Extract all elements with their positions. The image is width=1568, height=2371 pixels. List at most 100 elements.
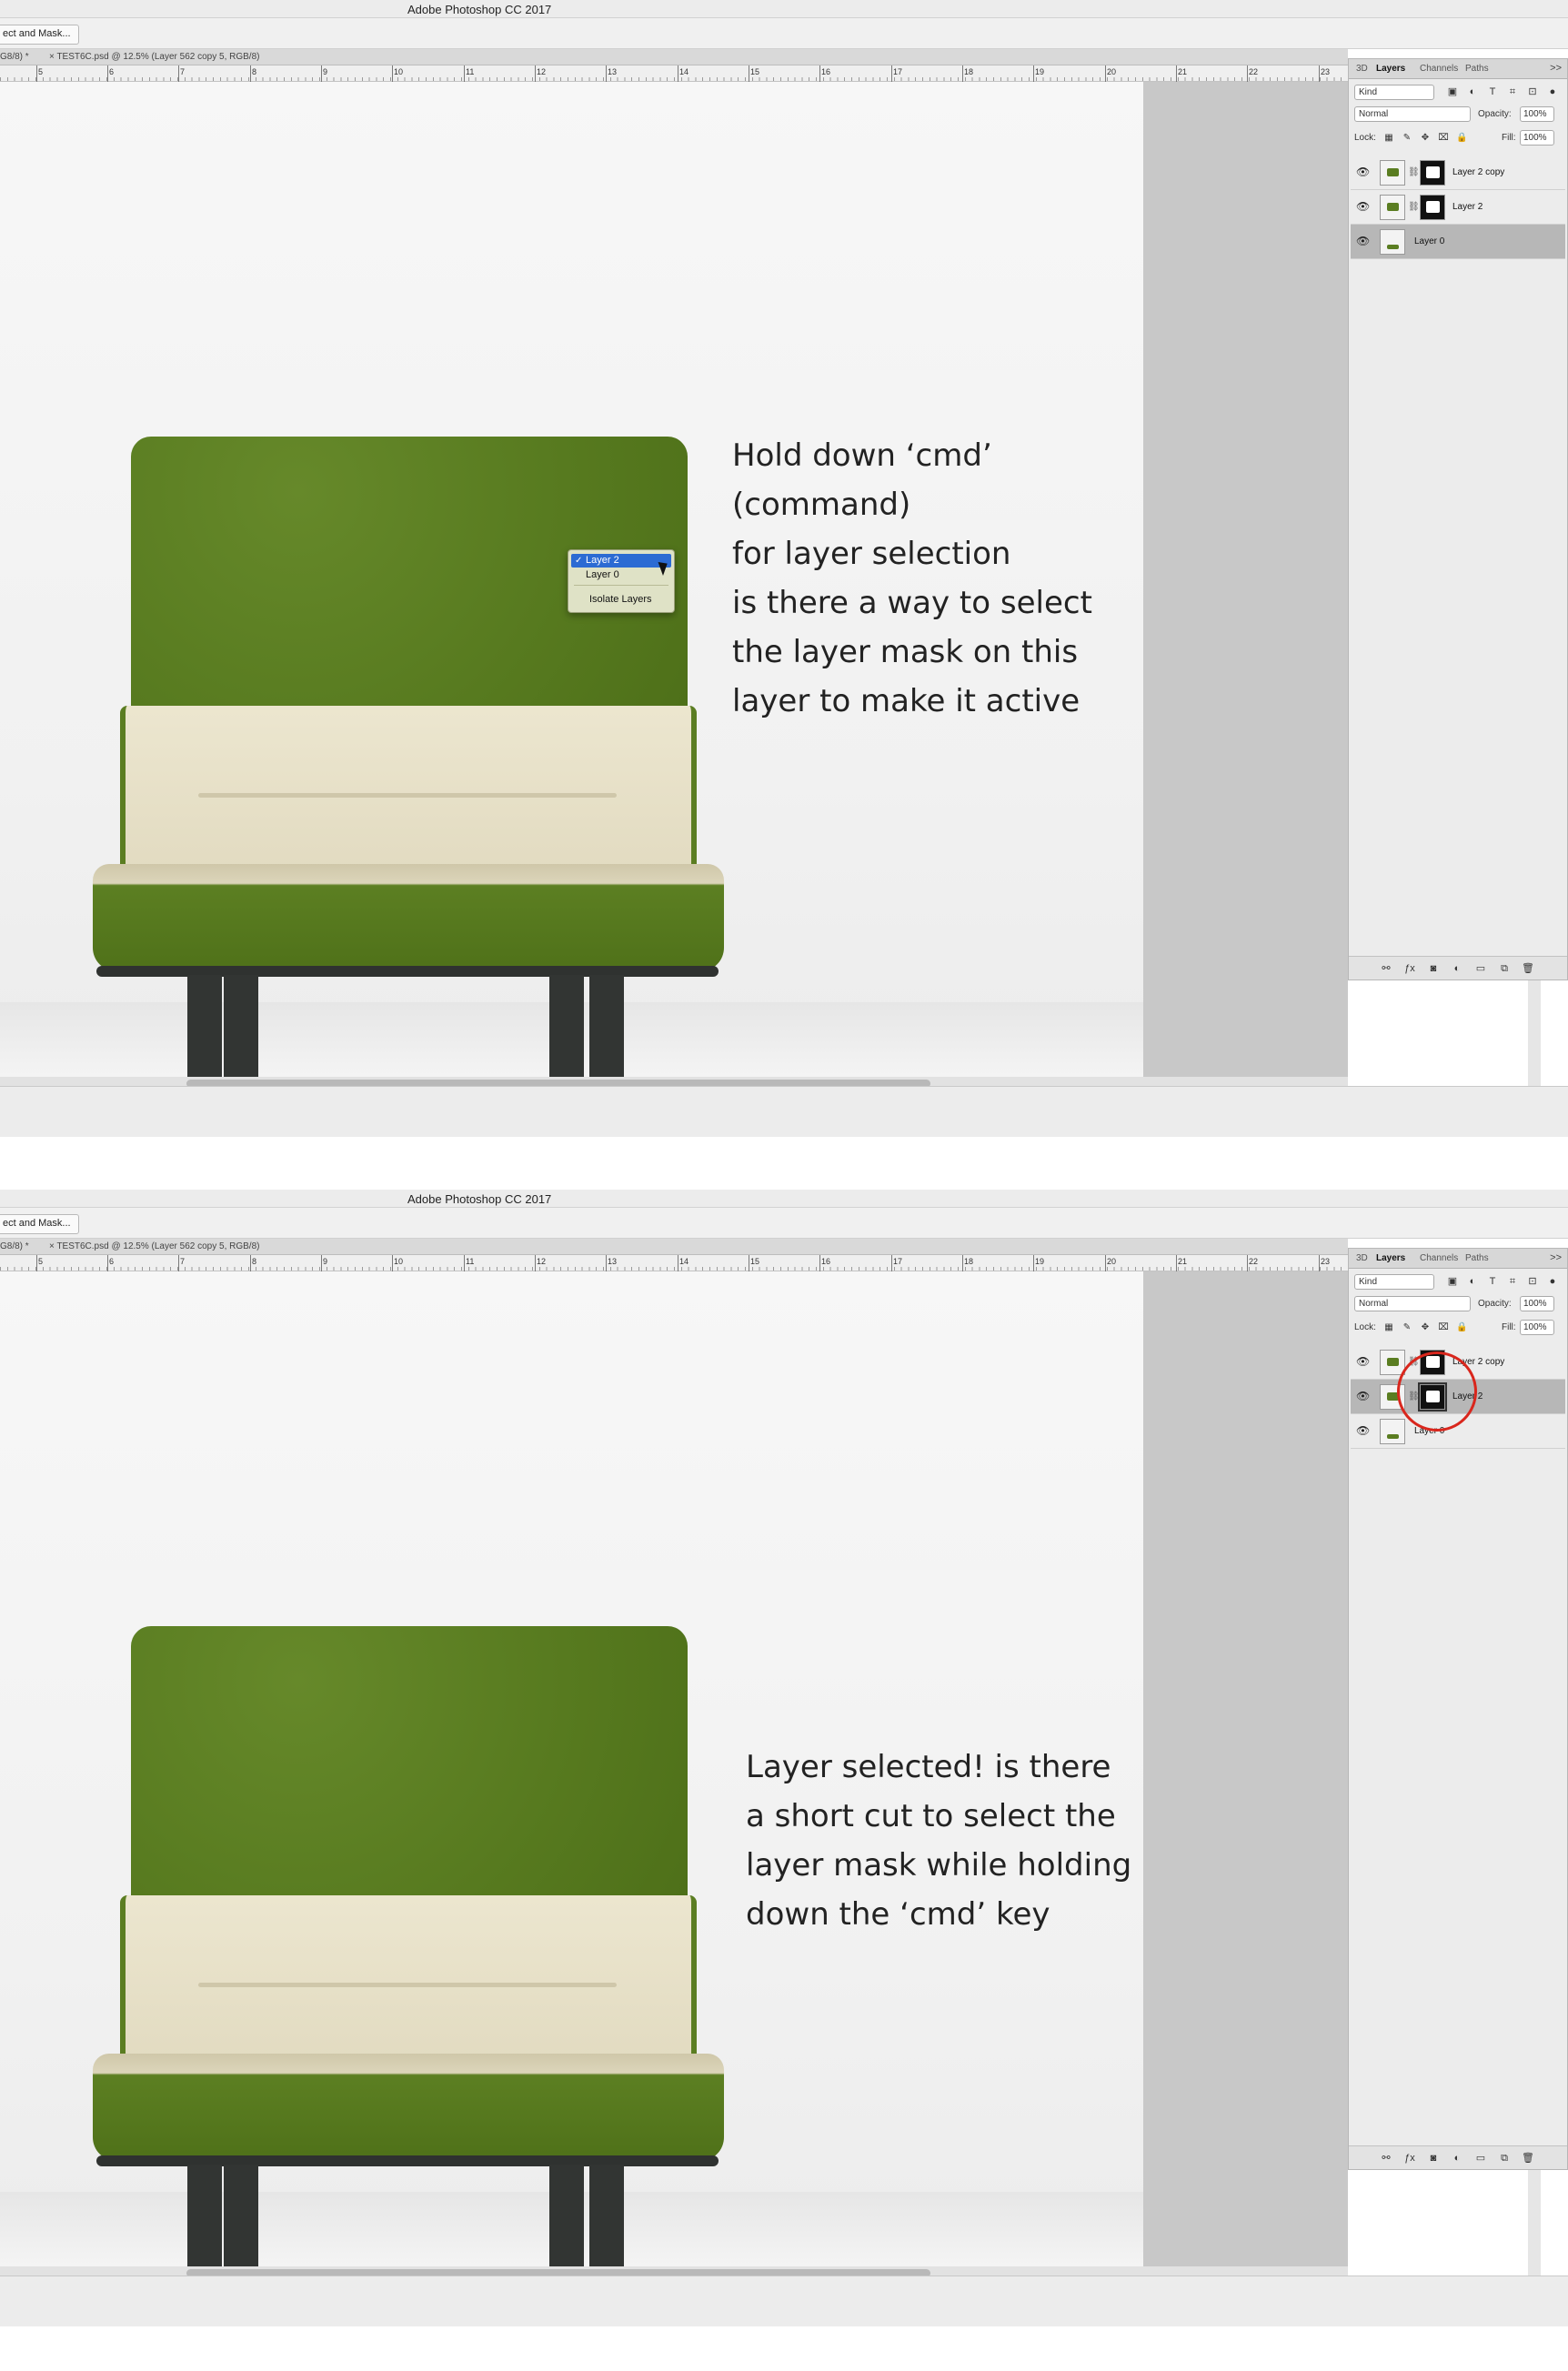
visibility-eye-icon[interactable]: 👁: [1356, 166, 1370, 177]
layer-thumbnail[interactable]: [1380, 1419, 1405, 1444]
sofa-leg: [589, 975, 624, 1077]
ruler-tick: [464, 65, 465, 82]
document-tab-active[interactable]: × TEST6C.psd @ 12.5% (Layer 562 copy 5, …: [49, 1241, 259, 1251]
layers-panel-footer: ⚯ ƒx ◙ ◐ ▭ ⧉ 🗑: [1349, 2145, 1567, 2169]
document-canvas[interactable]: [0, 1271, 1348, 2281]
layer-row-layer-2[interactable]: 👁 ⛓ Layer 2: [1351, 190, 1565, 225]
smart-object-filter-icon[interactable]: ⊡: [1527, 86, 1538, 98]
image-filter-icon[interactable]: ▣: [1447, 1276, 1458, 1288]
lock-position-icon[interactable]: ✥: [1420, 132, 1431, 144]
kind-filter-dropdown[interactable]: Kind: [1354, 85, 1434, 100]
shape-filter-icon[interactable]: ⌗: [1507, 1276, 1518, 1288]
lock-artboard-icon[interactable]: ⌧: [1438, 132, 1449, 144]
sofa-seat: [93, 2054, 724, 2161]
select-and-mask-button[interactable]: ect and Mask...: [0, 1214, 79, 1234]
ruler-tick: [178, 1255, 179, 1271]
opacity-label: Opacity:: [1478, 109, 1512, 119]
context-menu-item-label: Isolate Layers: [589, 594, 652, 605]
tab-3d[interactable]: 3D: [1356, 1253, 1368, 1263]
layer-mask-thumbnail[interactable]: [1420, 195, 1445, 220]
document-tab[interactable]: G8/8) *: [0, 1241, 29, 1251]
lock-pixels-icon[interactable]: ✎: [1402, 1321, 1412, 1333]
fill-field[interactable]: 100%: [1520, 130, 1554, 146]
ruler-label: 11: [466, 1257, 475, 1266]
document-tab-active[interactable]: × TEST6C.psd @ 12.5% (Layer 562 copy 5, …: [49, 52, 259, 62]
smart-object-filter-icon[interactable]: ⊡: [1527, 1276, 1538, 1288]
blend-row: Normal Opacity: 100%: [1352, 105, 1563, 125]
layer-row-layer-0-selected[interactable]: 👁 Layer 0: [1351, 225, 1565, 259]
tab-paths[interactable]: Paths: [1465, 1253, 1489, 1263]
ruler-label: 13: [608, 1257, 618, 1266]
ruler-label: 23: [1321, 1257, 1331, 1266]
filter-toggle-icon[interactable]: ●: [1547, 1276, 1558, 1288]
opacity-field[interactable]: 100%: [1520, 1296, 1554, 1311]
ruler-label: 15: [750, 67, 760, 76]
adjustment-icon[interactable]: ◐: [1451, 2152, 1463, 2165]
new-layer-icon[interactable]: ⧉: [1498, 962, 1511, 975]
mask-icon[interactable]: ◙: [1427, 962, 1440, 975]
layer-row-layer-2-copy[interactable]: 👁 ⛓ Layer 2 copy: [1351, 156, 1565, 190]
image-filter-icon[interactable]: ▣: [1447, 86, 1458, 98]
fx-icon[interactable]: ƒx: [1403, 962, 1416, 975]
shape-filter-icon[interactable]: ⌗: [1507, 86, 1518, 98]
layer-thumbnail[interactable]: [1380, 229, 1405, 255]
mask-link-chain-icon[interactable]: ⛓: [1408, 201, 1420, 214]
adjustment-filter-icon[interactable]: ◐: [1467, 86, 1478, 98]
link-icon[interactable]: ⚯: [1380, 2152, 1392, 2165]
visibility-eye-icon[interactable]: 👁: [1356, 236, 1370, 246]
tab-channels[interactable]: Channels: [1420, 64, 1458, 74]
status-bar: [0, 1086, 1568, 1137]
kind-filter-dropdown[interactable]: Kind: [1354, 1274, 1434, 1290]
visibility-eye-icon[interactable]: 👁: [1356, 1356, 1370, 1367]
tab-layers[interactable]: Layers: [1376, 64, 1405, 74]
lock-transparency-icon[interactable]: ▦: [1383, 132, 1394, 144]
ruler-tick: [819, 1255, 820, 1271]
fx-icon[interactable]: ƒx: [1403, 2152, 1416, 2165]
layer-thumbnail[interactable]: [1380, 160, 1405, 186]
sofa-backrest: [131, 1626, 688, 1899]
tab-layers[interactable]: Layers: [1376, 1253, 1405, 1263]
type-filter-icon[interactable]: T: [1487, 86, 1498, 98]
adjustment-filter-icon[interactable]: ◐: [1467, 1276, 1478, 1288]
tab-channels[interactable]: Channels: [1420, 1253, 1458, 1263]
layer-mask-thumbnail[interactable]: [1420, 160, 1445, 186]
type-filter-icon[interactable]: T: [1487, 1276, 1498, 1288]
blend-mode-dropdown[interactable]: Normal: [1354, 1296, 1471, 1311]
filter-toggle-icon[interactable]: ●: [1547, 86, 1558, 98]
panel-menu-icon[interactable]: >>: [1550, 1252, 1562, 1263]
annotation-line: for layer selection: [732, 536, 1011, 572]
fill-label: Fill:: [1502, 1322, 1516, 1332]
select-and-mask-button[interactable]: ect and Mask...: [0, 25, 79, 45]
visibility-eye-icon[interactable]: 👁: [1356, 1425, 1370, 1436]
visibility-eye-icon[interactable]: 👁: [1356, 201, 1370, 212]
folder-icon[interactable]: ▭: [1474, 962, 1487, 975]
lock-transparency-icon[interactable]: ▦: [1383, 1321, 1394, 1333]
context-menu-item-isolate-layers[interactable]: Isolate Layers: [571, 593, 671, 607]
blend-mode-dropdown[interactable]: Normal: [1354, 106, 1471, 122]
mask-link-chain-icon[interactable]: ⛓: [1408, 166, 1420, 179]
screenshot-before: Adobe Photoshop CC 2017 ect and Mask... …: [0, 0, 1568, 1137]
panel-menu-icon[interactable]: >>: [1550, 63, 1562, 74]
folder-icon[interactable]: ▭: [1474, 2152, 1487, 2165]
adjustment-icon[interactable]: ◐: [1451, 962, 1463, 975]
trash-icon[interactable]: 🗑: [1522, 2152, 1534, 2165]
tab-paths[interactable]: Paths: [1465, 64, 1489, 74]
mask-icon[interactable]: ◙: [1427, 2152, 1440, 2165]
lock-all-icon[interactable]: 🔒: [1456, 1321, 1467, 1333]
document-tab-bar: G8/8) * × TEST6C.psd @ 12.5% (Layer 562 …: [0, 49, 1348, 65]
layer-thumbnail[interactable]: [1380, 195, 1405, 220]
document-tab[interactable]: G8/8) *: [0, 52, 29, 62]
visibility-eye-icon[interactable]: 👁: [1356, 1391, 1370, 1402]
context-menu-item-layer-0[interactable]: Layer 0: [571, 568, 671, 582]
context-menu-item-layer-2[interactable]: ✓ Layer 2: [571, 554, 671, 568]
fill-field[interactable]: 100%: [1520, 1320, 1554, 1335]
new-layer-icon[interactable]: ⧉: [1498, 2152, 1511, 2165]
link-icon[interactable]: ⚯: [1380, 962, 1392, 975]
lock-pixels-icon[interactable]: ✎: [1402, 132, 1412, 144]
opacity-field[interactable]: 100%: [1520, 106, 1554, 122]
lock-position-icon[interactable]: ✥: [1420, 1321, 1431, 1333]
lock-all-icon[interactable]: 🔒: [1456, 132, 1467, 144]
trash-icon[interactable]: 🗑: [1522, 962, 1534, 975]
lock-artboard-icon[interactable]: ⌧: [1438, 1321, 1449, 1333]
tab-3d[interactable]: 3D: [1356, 64, 1368, 74]
